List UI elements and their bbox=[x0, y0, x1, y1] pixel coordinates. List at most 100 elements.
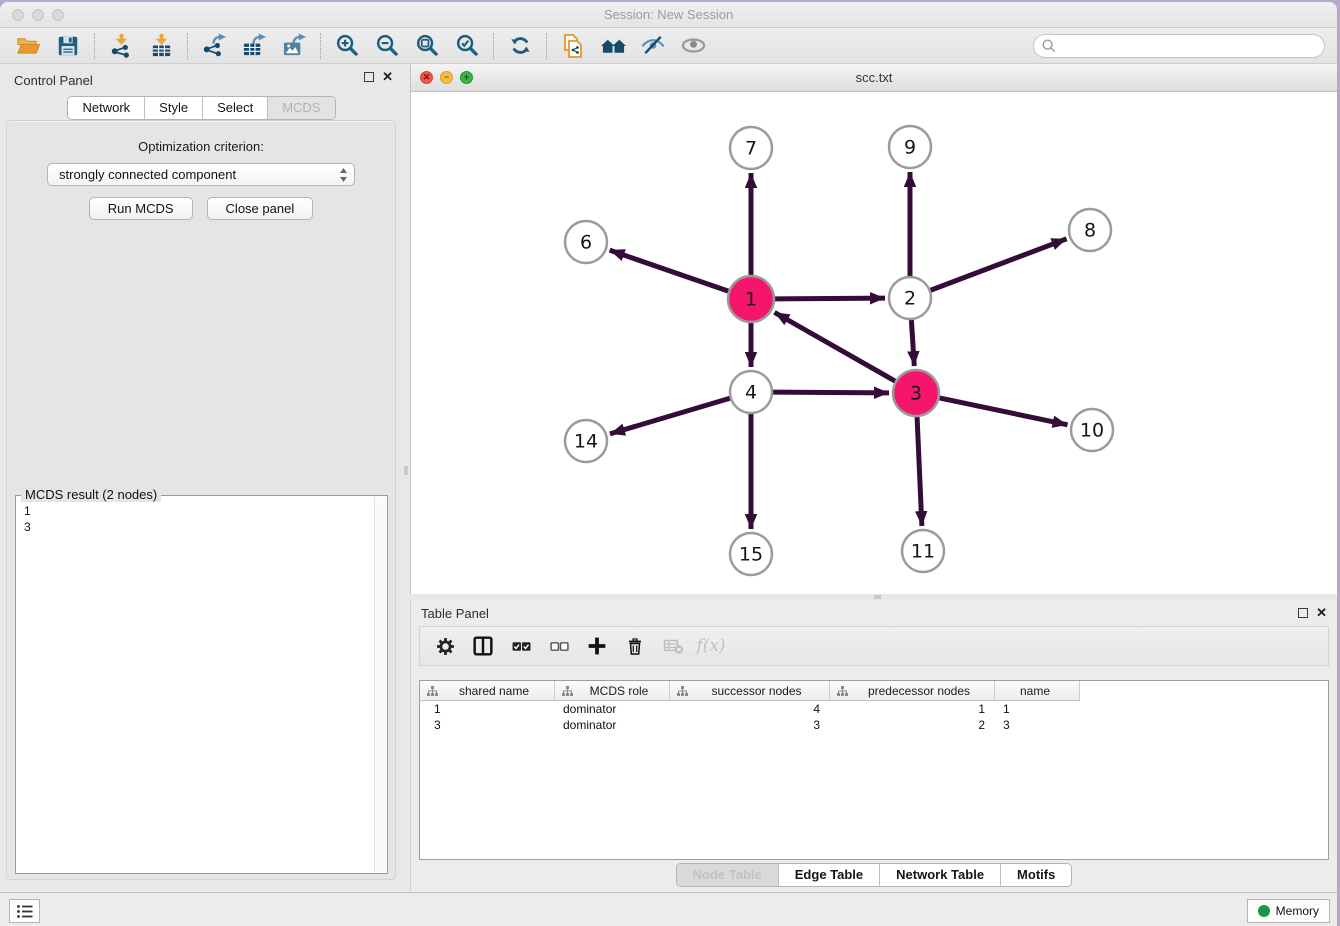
function-builder-button[interactable]: f(x) bbox=[698, 633, 724, 659]
save-session-button[interactable] bbox=[48, 30, 88, 62]
duplicate-network-button[interactable] bbox=[553, 30, 593, 62]
vertical-splitter[interactable] bbox=[403, 64, 410, 892]
columns-icon bbox=[473, 636, 493, 656]
dropdown-stepper-icon bbox=[339, 167, 348, 183]
column-header-MCDS-role[interactable]: MCDS role bbox=[555, 681, 670, 701]
table-toolbar: f(x) bbox=[419, 626, 1329, 666]
tab-edge-table[interactable]: Edge Table bbox=[779, 864, 880, 886]
attribute-icon bbox=[837, 686, 848, 696]
table-panel-tabs: Node TableEdge TableNetwork TableMotifs bbox=[411, 860, 1337, 890]
column-label: predecessor nodes bbox=[848, 684, 994, 698]
optimization-criterion-label: Optimization criterion: bbox=[7, 139, 395, 154]
search-icon bbox=[1042, 39, 1056, 53]
toolbar-separator bbox=[320, 33, 321, 59]
edge-3-10[interactable] bbox=[939, 398, 1067, 425]
close-panel-icon[interactable]: ✕ bbox=[1316, 608, 1327, 618]
cell-shared-name[interactable]: 1 bbox=[420, 701, 555, 717]
select-all-rows-button[interactable] bbox=[508, 633, 534, 659]
deselect-all-rows-button[interactable] bbox=[546, 633, 572, 659]
tab-network[interactable]: Network bbox=[68, 97, 145, 119]
edge-2-8[interactable] bbox=[931, 239, 1067, 290]
memory-button[interactable]: Memory bbox=[1247, 899, 1330, 923]
cell-MCDS-role[interactable]: dominator bbox=[555, 701, 670, 717]
cell-name[interactable]: 3 bbox=[995, 717, 1080, 733]
refresh-view-button[interactable] bbox=[500, 30, 540, 62]
table-row[interactable]: 1dominator411 bbox=[420, 701, 1328, 717]
column-header-shared-name[interactable]: shared name bbox=[420, 681, 555, 701]
control-panel-tab-group: NetworkStyleSelectMCDS bbox=[67, 96, 335, 120]
export-image-button[interactable] bbox=[274, 30, 314, 62]
edge-4-3[interactable] bbox=[773, 392, 889, 393]
zoom-fit-button[interactable] bbox=[407, 30, 447, 62]
tab-motifs[interactable]: Motifs bbox=[1001, 864, 1071, 886]
node-label-1: 1 bbox=[745, 289, 757, 311]
cell-successor-nodes[interactable]: 3 bbox=[670, 717, 830, 733]
edge-3-11[interactable] bbox=[917, 417, 922, 526]
close-panel-button[interactable]: Close panel bbox=[207, 197, 314, 220]
import-network-button[interactable] bbox=[101, 30, 141, 62]
cell-predecessor-nodes[interactable]: 1 bbox=[830, 701, 995, 717]
close-panel-icon[interactable]: ✕ bbox=[382, 72, 393, 82]
node-table: shared nameMCDS role successor nodes prede… bbox=[419, 680, 1329, 860]
table-row[interactable]: 3dominator323 bbox=[420, 717, 1328, 733]
delete-column-button[interactable] bbox=[622, 633, 648, 659]
eye-icon bbox=[680, 33, 707, 58]
edge-4-14[interactable] bbox=[610, 398, 730, 434]
control-panel-window-buttons: ✕ bbox=[364, 72, 393, 82]
session-home-button[interactable] bbox=[593, 30, 633, 62]
open-file-button[interactable] bbox=[8, 30, 48, 62]
float-panel-icon[interactable] bbox=[1298, 608, 1308, 618]
cell-name[interactable]: 1 bbox=[995, 701, 1080, 717]
cell-successor-nodes[interactable]: 4 bbox=[670, 701, 830, 717]
zoom-out-icon bbox=[375, 33, 400, 58]
column-header-name[interactable]: name bbox=[995, 681, 1080, 701]
export-table-button[interactable] bbox=[234, 30, 274, 62]
edge-1-2[interactable] bbox=[775, 298, 885, 299]
add-column-button[interactable] bbox=[584, 633, 610, 659]
tab-select[interactable]: Select bbox=[203, 97, 268, 119]
main-toolbar bbox=[0, 28, 1337, 64]
tab-mcds[interactable]: MCDS bbox=[268, 97, 334, 119]
edge-3-1[interactable] bbox=[774, 312, 895, 381]
splitter-grip[interactable] bbox=[404, 466, 408, 475]
float-panel-icon[interactable] bbox=[364, 72, 374, 82]
zoom-selected-button[interactable] bbox=[447, 30, 487, 62]
tab-style[interactable]: Style bbox=[145, 97, 203, 119]
task-list-icon bbox=[16, 904, 34, 919]
fx-icon: f(x) bbox=[696, 636, 725, 656]
tab-node-table[interactable]: Node Table bbox=[677, 864, 779, 886]
import-table-button[interactable] bbox=[141, 30, 181, 62]
run-mcds-button[interactable]: Run MCDS bbox=[89, 197, 193, 220]
column-label: shared name bbox=[438, 684, 554, 698]
column-label: successor nodes bbox=[688, 684, 829, 698]
memory-label: Memory bbox=[1276, 904, 1319, 918]
tab-network-table[interactable]: Network Table bbox=[880, 864, 1001, 886]
delete-table-icon bbox=[663, 637, 684, 655]
cell-MCDS-role[interactable]: dominator bbox=[555, 717, 670, 733]
criterion-dropdown[interactable]: strongly connected component bbox=[47, 163, 355, 186]
cell-predecessor-nodes[interactable]: 2 bbox=[830, 717, 995, 733]
memory-status-icon bbox=[1258, 905, 1270, 917]
cell-shared-name[interactable]: 3 bbox=[420, 717, 555, 733]
table-settings-button[interactable] bbox=[432, 633, 458, 659]
hide-panels-button[interactable] bbox=[633, 30, 673, 62]
app-window: Session: New Session bbox=[0, 2, 1337, 926]
export-network-button[interactable] bbox=[194, 30, 234, 62]
result-scrollbar[interactable] bbox=[374, 497, 386, 872]
checked-boxes-icon bbox=[512, 637, 531, 656]
edge-1-6[interactable] bbox=[610, 250, 729, 291]
search-input[interactable] bbox=[1061, 39, 1316, 54]
zoom-in-button[interactable] bbox=[327, 30, 367, 62]
column-header-predecessor-nodes[interactable]: predecessor nodes bbox=[830, 681, 995, 701]
edge-2-3[interactable] bbox=[911, 320, 914, 366]
column-header-successor-nodes[interactable]: successor nodes bbox=[670, 681, 830, 701]
task-history-button[interactable] bbox=[9, 899, 40, 923]
criterion-dropdown-value: strongly connected component bbox=[59, 167, 339, 182]
column-selector-button[interactable] bbox=[470, 633, 496, 659]
show-panels-button[interactable] bbox=[673, 30, 713, 62]
refresh-icon bbox=[508, 33, 533, 58]
zoom-out-button[interactable] bbox=[367, 30, 407, 62]
splitter-grip[interactable] bbox=[874, 595, 881, 599]
network-canvas[interactable]: 7968124314101511 bbox=[411, 92, 1337, 594]
delete-table-button[interactable] bbox=[660, 633, 686, 659]
